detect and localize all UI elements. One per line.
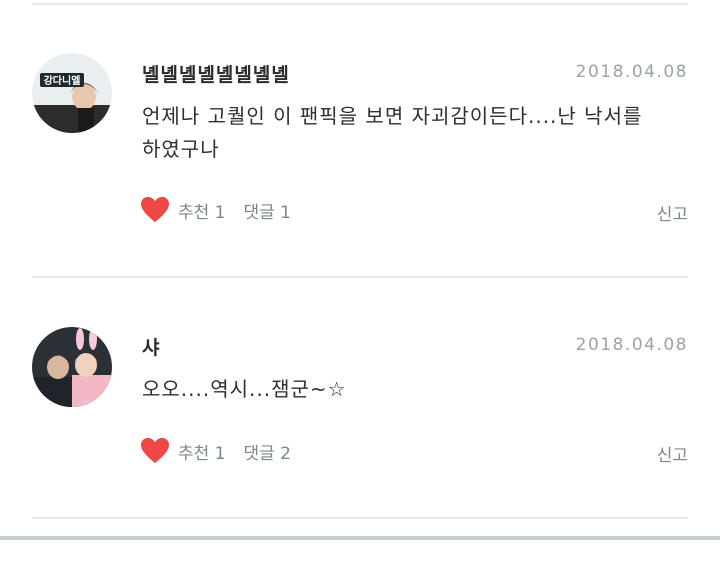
report-button[interactable]: 신고 xyxy=(657,441,688,466)
comment-actions: 추천 1 댓글 2 xyxy=(140,437,309,465)
reply-button[interactable]: 댓글 2 xyxy=(244,439,292,464)
comment-date: 2018.04.08 xyxy=(575,335,688,355)
comment-text: 언제나 고퀄인 이 팬픽을 보면 자괴감이든다....난 낙서를 하였구나 xyxy=(142,104,643,161)
heart-icon[interactable] xyxy=(140,196,170,224)
avatar[interactable] xyxy=(32,327,112,407)
comment-divider xyxy=(32,517,688,519)
comment-date: 2018.04.08 xyxy=(575,62,688,82)
comment-actions: 추천 1 댓글 1 xyxy=(140,196,309,224)
like-button[interactable]: 추천 1 xyxy=(178,198,226,223)
comment-divider xyxy=(32,276,688,278)
heart-icon[interactable] xyxy=(140,437,170,465)
reply-button[interactable]: 댓글 1 xyxy=(244,198,292,223)
comment-item: 강다니엘 녤녤녤녤녤녤녤녤 2018.04.08 언제나 고퀄인 이 팬픽을 보… xyxy=(0,53,720,300)
comment-author[interactable]: 녤녤녤녤녤녤녤녤 xyxy=(142,60,290,87)
report-button[interactable]: 신고 xyxy=(657,200,688,225)
comment-author[interactable]: 샤 xyxy=(142,333,160,360)
top-divider xyxy=(32,3,688,5)
avatar-banner-text: 강다니엘 xyxy=(44,74,81,87)
bottom-edge xyxy=(0,536,720,540)
avatar[interactable]: 강다니엘 xyxy=(32,53,112,133)
comment-text: 오오....역시...잼군~☆ xyxy=(142,377,347,401)
like-button[interactable]: 추천 1 xyxy=(178,439,226,464)
